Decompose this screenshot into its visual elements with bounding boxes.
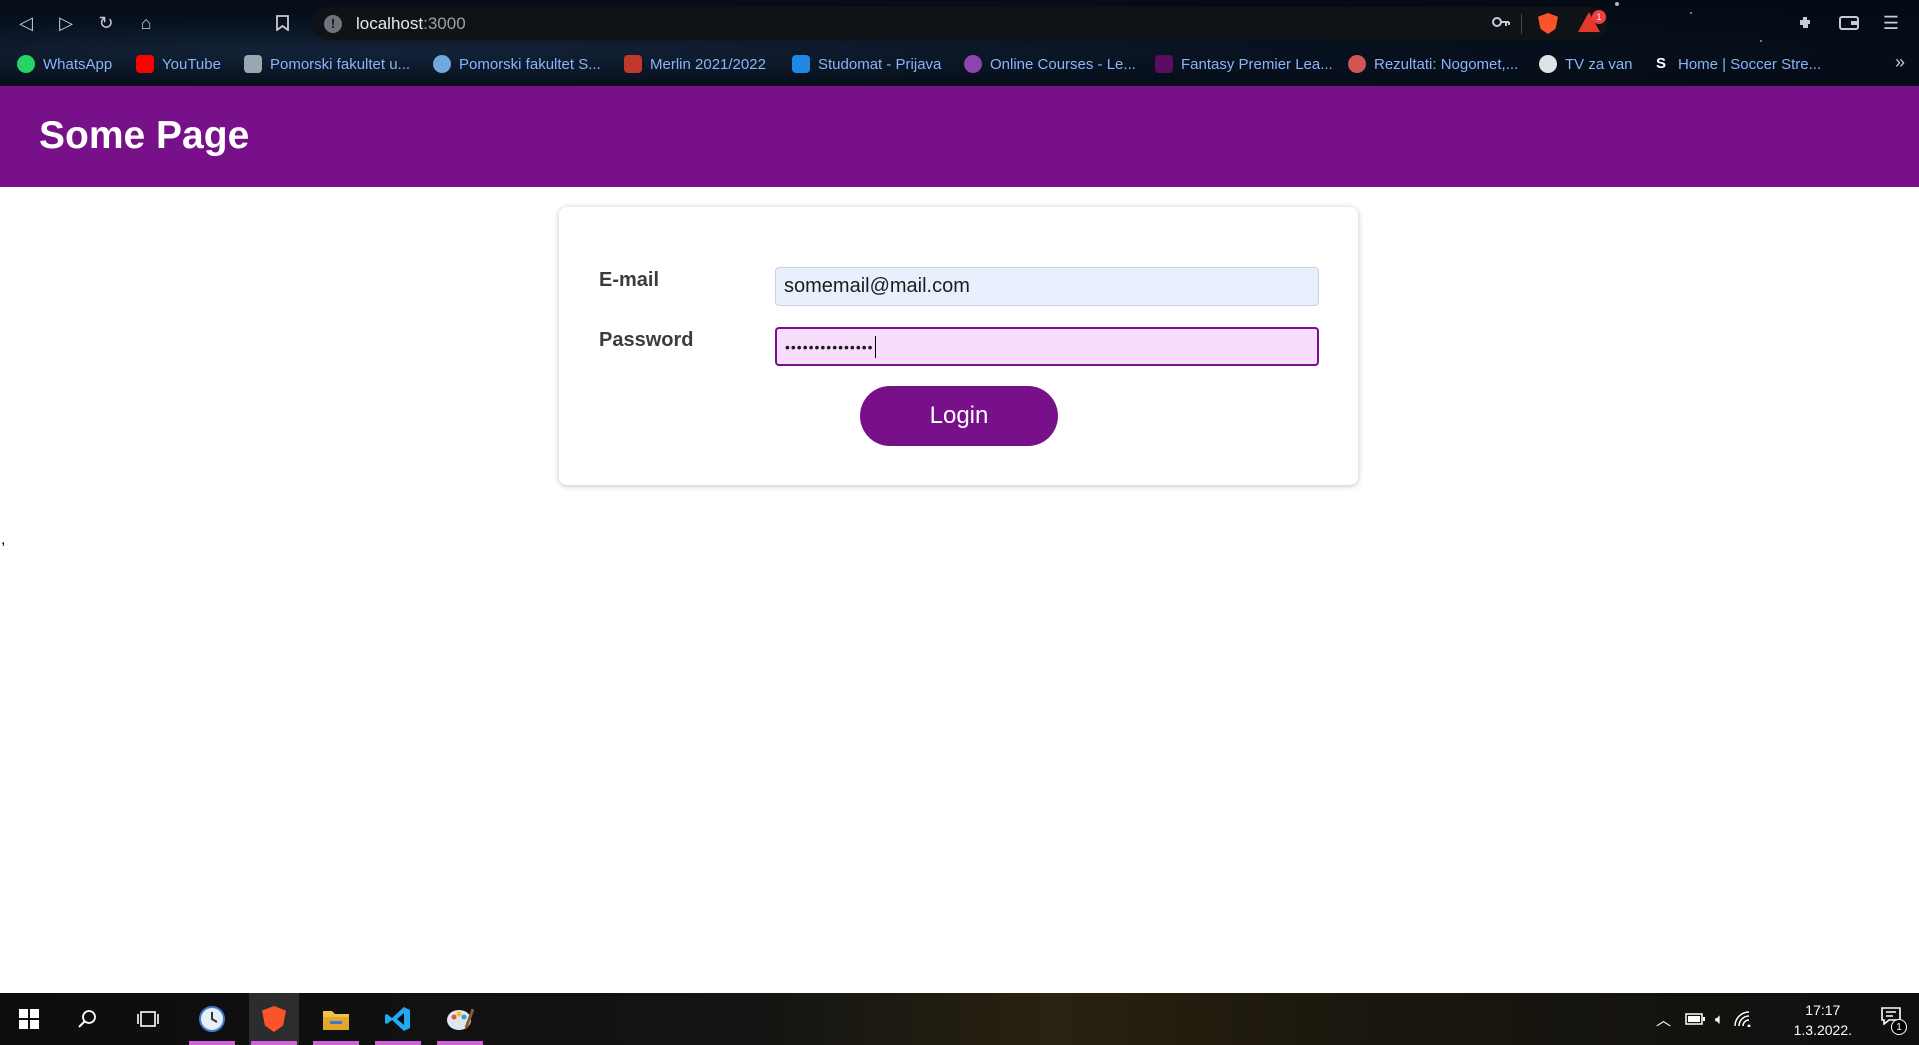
more-bookmarks-icon[interactable]: » (1895, 52, 1905, 73)
email-field[interactable]: somemail@mail.com (775, 267, 1319, 306)
bookmark-label: Pomorski fakultet S... (459, 55, 601, 73)
taskbar-vscode[interactable] (373, 993, 423, 1045)
stray-text: , (1, 531, 6, 548)
bookmark-label: YouTube (162, 55, 221, 73)
bookmark-whatsapp[interactable]: WhatsApp (17, 50, 112, 78)
forward-icon[interactable]: ▷ (53, 11, 79, 35)
bookmark-soccer-streams[interactable]: S Home | Soccer Stre... (1652, 50, 1821, 78)
password-field[interactable]: ••••••••••••••• (775, 327, 1319, 366)
page-title: Some Page (39, 114, 250, 157)
info-icon[interactable]: ! (324, 14, 342, 33)
bookmark-rezultati[interactable]: Rezultati: Nogomet,... (1348, 50, 1518, 78)
task-view-icon (137, 1011, 159, 1027)
youtube-icon (136, 55, 154, 73)
bookmark-label: Home | Soccer Stre... (1678, 55, 1822, 73)
bookmark-icon[interactable] (269, 11, 295, 35)
merlin-icon (624, 55, 642, 73)
brave-shields-icon[interactable] (1538, 13, 1558, 34)
bookmarks-bar: WhatsApp YouTube Pomorski fakultet u... … (0, 50, 1919, 78)
brave-icon (262, 1006, 286, 1032)
bookmark-tv-za-van[interactable]: TV za van (1539, 50, 1633, 78)
bookmark-pomorski-u[interactable]: Pomorski fakultet u... (244, 50, 410, 78)
globe-icon (1539, 55, 1557, 73)
clock-app-icon (199, 1006, 225, 1032)
bookmark-youtube[interactable]: YouTube (136, 50, 221, 78)
bookmark-online-courses[interactable]: Online Courses - Le... (964, 50, 1136, 78)
whatsapp-icon (17, 55, 35, 73)
studomat-icon (792, 55, 810, 73)
start-button[interactable] (4, 993, 54, 1045)
browser-chrome: ◁ ▷ ↻ ⌂ ! localhost:3000 1 ☰ WhatsApp Yo… (0, 0, 1919, 86)
rezultati-icon (1348, 55, 1366, 73)
clock-time: 17:17 (1805, 1002, 1841, 1018)
home-icon[interactable]: ⌂ (133, 11, 159, 35)
bookmark-label: WhatsApp (43, 55, 113, 73)
show-hidden-icons-icon[interactable]: ︿ (1656, 1009, 1671, 1030)
udemy-icon (964, 55, 982, 73)
rewards-badge: 1 (1592, 10, 1606, 24)
taskbar-paint[interactable] (435, 993, 485, 1045)
network-icon[interactable] (1734, 1011, 1752, 1027)
login-card: E-mail somemail@mail.com Password ••••••… (559, 207, 1358, 485)
address-bar[interactable]: ! localhost:3000 1 (312, 7, 1608, 40)
folder-icon (323, 1011, 349, 1030)
search-icon (78, 1010, 96, 1028)
bookmark-pomorski-s[interactable]: Pomorski fakultet S... (433, 50, 601, 78)
soccer-streams-icon: S (1655, 55, 1666, 72)
task-view-button[interactable] (123, 993, 173, 1045)
key-icon[interactable] (1492, 13, 1510, 33)
taskbar-file-explorer[interactable] (311, 993, 361, 1045)
clock-date: 1.3.2022. (1793, 1022, 1852, 1038)
login-button[interactable]: Login (860, 386, 1058, 446)
pomorski-icon (244, 55, 262, 73)
bookmark-label: TV za van (1565, 55, 1633, 73)
address-separator (1521, 14, 1522, 34)
bookmark-label: Studomat - Prijava (818, 55, 942, 73)
system-tray: ︿ 🔈︎ (1656, 993, 1752, 1045)
browser-toolbar: ◁ ▷ ↻ ⌂ ! localhost:3000 1 ☰ (0, 0, 1919, 46)
vscode-icon (385, 1007, 410, 1031)
taskbar: ︿ 🔈︎ 17:17 1.3.2022. 1 (0, 993, 1919, 1045)
bookmark-fantasy-pl[interactable]: Fantasy Premier Lea... (1155, 50, 1333, 78)
bookmark-label: Online Courses - Le... (990, 55, 1136, 73)
bookmark-merlin[interactable]: Merlin 2021/2022 (624, 50, 766, 78)
battery-icon[interactable] (1685, 1013, 1706, 1025)
globe-icon (433, 55, 451, 73)
back-icon[interactable]: ◁ (13, 11, 39, 35)
notification-count-badge: 1 (1891, 1019, 1907, 1035)
address-url: localhost:3000 (356, 13, 466, 33)
bookmark-studomat[interactable]: Studomat - Prijava (792, 50, 941, 78)
search-button[interactable] (62, 993, 112, 1045)
taskbar-brave[interactable] (249, 993, 299, 1045)
email-value: somemail@mail.com (784, 275, 970, 297)
bookmark-label: Fantasy Premier Lea... (1181, 55, 1333, 73)
app-header: Some Page (0, 86, 1919, 187)
windows-icon (19, 1009, 39, 1029)
extensions-icon[interactable] (1793, 11, 1819, 35)
bookmark-label: Rezultati: Nogomet,... (1374, 55, 1519, 73)
paint-icon (447, 1008, 474, 1030)
system-clock[interactable]: 17:17 1.3.2022. (1794, 1000, 1852, 1040)
text-caret (874, 335, 876, 358)
password-value: ••••••••••••••• (785, 338, 874, 355)
password-label: Password (599, 329, 694, 351)
bookmark-label: Pomorski fakultet u... (270, 55, 411, 73)
menu-icon[interactable]: ☰ (1878, 11, 1904, 35)
bookmark-label: Merlin 2021/2022 (650, 55, 766, 73)
wallet-icon[interactable] (1836, 11, 1862, 35)
premier-league-icon (1155, 55, 1173, 73)
taskbar-clock-app[interactable] (187, 993, 237, 1045)
volume-icon[interactable]: 🔈︎ (1715, 1011, 1724, 1028)
email-label: E-mail (599, 269, 660, 291)
reload-icon[interactable]: ↻ (93, 11, 119, 35)
